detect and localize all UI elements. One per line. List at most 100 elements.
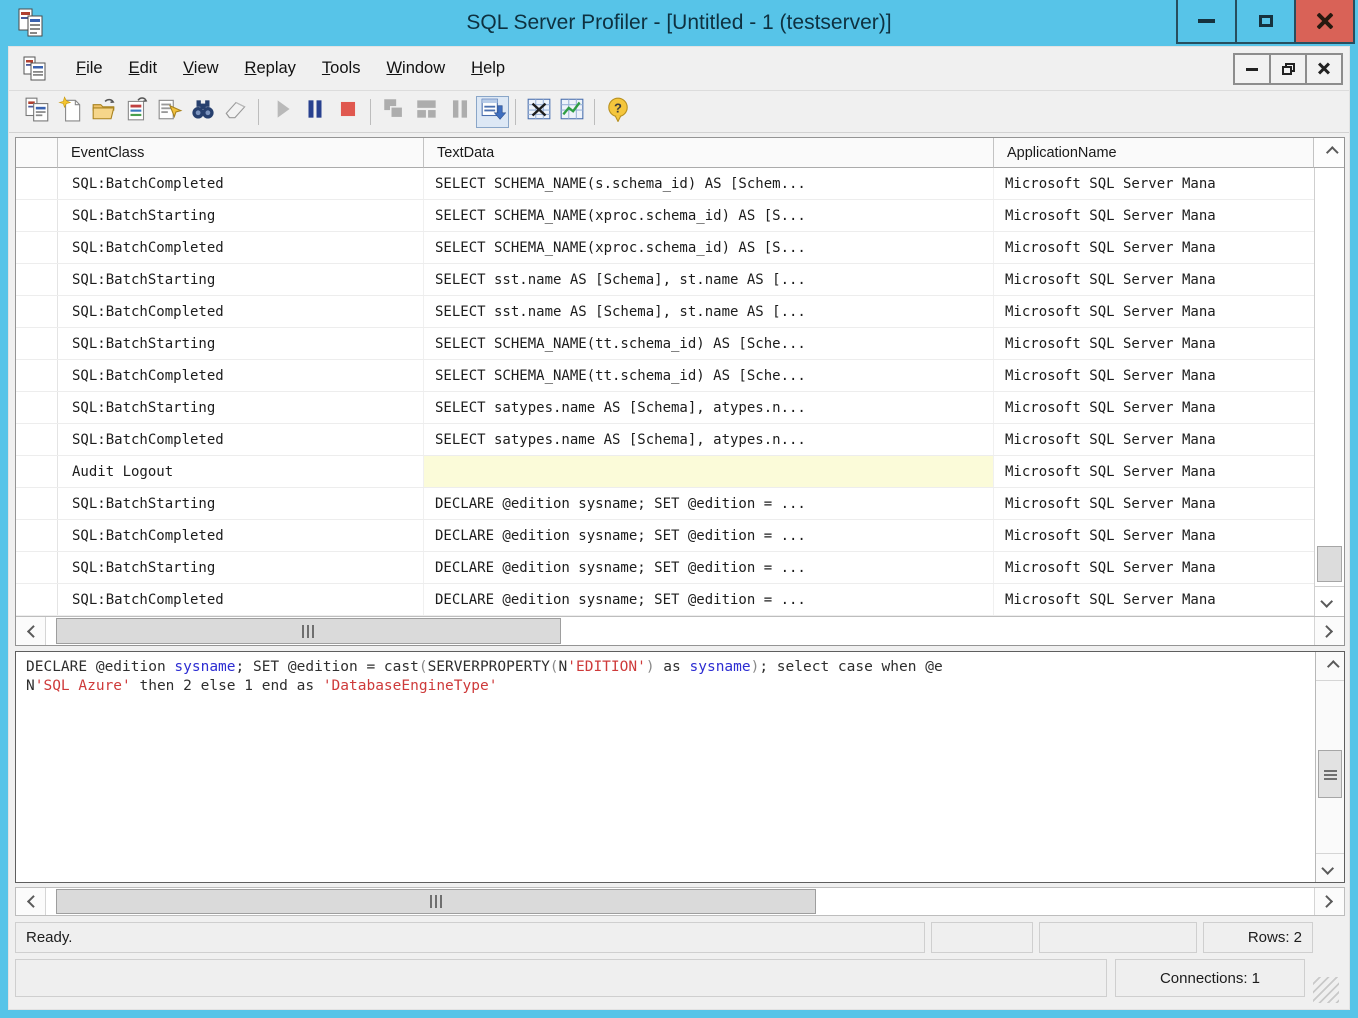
trace-row[interactable]: SQL:BatchCompletedSELECT SCHEMA_NAME(tt.… [16, 360, 1344, 392]
panel-vertical-scrollbar-thumb[interactable] [1318, 750, 1342, 798]
event-class-cell[interactable]: SQL:BatchCompleted [58, 424, 424, 455]
application-name-cell[interactable]: Microsoft SQL Server Mana [994, 232, 1344, 263]
grid-scroll-right-button[interactable] [1314, 617, 1344, 645]
menu-help[interactable]: Help [458, 55, 518, 81]
trace-row[interactable]: SQL:BatchCompletedSELECT sst.name AS [Sc… [16, 296, 1344, 328]
application-name-cell[interactable]: Microsoft SQL Server Mana [994, 584, 1344, 615]
trace-row[interactable]: SQL:BatchStartingSELECT sst.name AS [Sch… [16, 264, 1344, 296]
panel-scroll-up-button[interactable] [1316, 652, 1344, 681]
row-selector-cell[interactable] [16, 296, 58, 327]
maximize-button[interactable] [1235, 0, 1296, 44]
event-class-cell[interactable]: SQL:BatchCompleted [58, 360, 424, 391]
text-data-cell[interactable]: SELECT sst.name AS [Schema], st.name AS … [424, 264, 994, 295]
grid-vertical-scrollbar-thumb[interactable] [1317, 546, 1342, 582]
grid-scroll-left-button[interactable] [16, 617, 46, 645]
event-class-cell[interactable]: SQL:BatchStarting [58, 392, 424, 423]
row-selector-cell[interactable] [16, 200, 58, 231]
application-name-cell[interactable]: Microsoft SQL Server Mana [994, 488, 1344, 519]
column-header-applicationname[interactable]: ApplicationName [994, 138, 1314, 168]
trace-row[interactable]: SQL:BatchStartingSELECT SCHEMA_NAME(xpro… [16, 200, 1344, 232]
event-class-cell[interactable]: SQL:BatchCompleted [58, 584, 424, 615]
row-selector-cell[interactable] [16, 456, 58, 487]
row-selector-cell[interactable] [16, 360, 58, 391]
grid-scroll-down-button[interactable] [1315, 586, 1344, 616]
text-data-cell[interactable]: SELECT satypes.name AS [Schema], atypes.… [424, 424, 994, 455]
row-selector-cell[interactable] [16, 584, 58, 615]
trace-row[interactable]: SQL:BatchCompletedSELECT SCHEMA_NAME(xpr… [16, 232, 1344, 264]
panel-horizontal-scrollbar[interactable] [15, 887, 1345, 916]
trace-row[interactable]: Audit Logout Microsoft SQL Server Mana [16, 456, 1344, 488]
application-name-cell[interactable]: Microsoft SQL Server Mana [994, 520, 1344, 551]
panel-scroll-down-button[interactable] [1316, 853, 1344, 882]
grid-hscroll-track[interactable] [46, 617, 1314, 645]
open-trace-file-button[interactable] [87, 96, 120, 128]
menu-view[interactable]: View [170, 55, 231, 81]
application-name-cell[interactable]: Microsoft SQL Server Mana [994, 424, 1344, 455]
event-class-cell[interactable]: SQL:BatchStarting [58, 488, 424, 519]
trace-row[interactable]: SQL:BatchCompletedDECLARE @edition sysna… [16, 584, 1344, 616]
event-class-cell[interactable]: SQL:BatchCompleted [58, 296, 424, 327]
menu-window[interactable]: Window [373, 55, 458, 81]
new-trace-button[interactable] [54, 96, 87, 128]
application-name-cell[interactable]: Microsoft SQL Server Mana [994, 392, 1344, 423]
mdi-close-button[interactable] [1305, 53, 1343, 85]
close-button[interactable] [1294, 0, 1355, 44]
text-data-cell[interactable]: DECLARE @edition sysname; SET @edition =… [424, 584, 994, 615]
mdi-minimize-button[interactable] [1233, 53, 1271, 85]
panel-hscroll-thumb[interactable] [56, 889, 816, 914]
trace-row[interactable]: SQL:BatchCompletedDECLARE @edition sysna… [16, 520, 1344, 552]
grid-horizontal-scrollbar[interactable] [16, 616, 1344, 645]
stop-trace-button[interactable] [331, 96, 364, 128]
trace-properties-button[interactable] [21, 96, 54, 128]
column-header-eventclass[interactable]: EventClass [58, 138, 424, 168]
row-selector-cell[interactable] [16, 424, 58, 455]
grid-hscroll-thumb[interactable] [56, 618, 561, 644]
event-class-cell[interactable]: SQL:BatchCompleted [58, 520, 424, 551]
application-name-cell[interactable]: Microsoft SQL Server Mana [994, 328, 1344, 359]
text-data-cell[interactable]: SELECT SCHEMA_NAME(tt.schema_id) AS [Sch… [424, 328, 994, 359]
application-name-cell[interactable]: Microsoft SQL Server Mana [994, 456, 1344, 487]
text-data-cell[interactable]: DECLARE @edition sysname; SET @edition =… [424, 488, 994, 519]
mdi-restore-button[interactable] [1269, 53, 1307, 85]
open-trace-table-button[interactable] [120, 96, 153, 128]
row-selector-header[interactable] [16, 138, 58, 168]
application-name-cell[interactable]: Microsoft SQL Server Mana [994, 552, 1344, 583]
menu-edit[interactable]: Edit [116, 55, 170, 81]
trace-row[interactable]: SQL:BatchCompletedSELECT SCHEMA_NAME(s.s… [16, 168, 1344, 200]
text-data-cell[interactable]: DECLARE @edition sysname; SET @edition =… [424, 520, 994, 551]
resize-grip[interactable] [1313, 977, 1339, 1003]
trace-row[interactable]: SQL:BatchStartingDECLARE @edition sysnam… [16, 552, 1344, 584]
event-class-cell[interactable]: SQL:BatchCompleted [58, 168, 424, 199]
event-class-cell[interactable]: Audit Logout [58, 456, 424, 487]
event-class-cell[interactable]: SQL:BatchStarting [58, 552, 424, 583]
grid-scroll-up-button[interactable] [1314, 138, 1344, 168]
trace-row[interactable]: SQL:BatchStartingDECLARE @edition sysnam… [16, 488, 1344, 520]
text-data-cell[interactable]: SELECT SCHEMA_NAME(s.schema_id) AS [Sche… [424, 168, 994, 199]
text-data-cell[interactable]: DECLARE @edition sysname; SET @edition =… [424, 552, 994, 583]
panel-hscroll-track[interactable] [46, 888, 1314, 915]
help-button[interactable]: ? [601, 96, 634, 128]
menu-tools[interactable]: Tools [309, 55, 374, 81]
event-class-cell[interactable]: SQL:BatchCompleted [58, 232, 424, 263]
panel-scroll-left-button[interactable] [16, 888, 46, 915]
find-button[interactable] [186, 96, 219, 128]
trace-row[interactable]: SQL:BatchStartingSELECT satypes.name AS … [16, 392, 1344, 424]
menu-file[interactable]: File [63, 55, 116, 81]
text-data-cell[interactable]: SELECT sst.name AS [Schema], st.name AS … [424, 296, 994, 327]
text-data-cell[interactable]: SELECT SCHEMA_NAME(tt.schema_id) AS [Sch… [424, 360, 994, 391]
grid-vertical-scrollbar[interactable] [1314, 168, 1344, 616]
row-selector-cell[interactable] [16, 232, 58, 263]
minimize-button[interactable] [1176, 0, 1237, 44]
clear-trace-button[interactable] [219, 96, 252, 128]
application-name-cell[interactable]: Microsoft SQL Server Mana [994, 360, 1344, 391]
panel-scroll-right-button[interactable] [1314, 888, 1344, 915]
menu-replay[interactable]: Replay [232, 55, 309, 81]
auto-scroll-button[interactable] [476, 96, 509, 128]
trace-row[interactable]: SQL:BatchStartingSELECT SCHEMA_NAME(tt.s… [16, 328, 1344, 360]
application-name-cell[interactable]: Microsoft SQL Server Mana [994, 296, 1344, 327]
application-name-cell[interactable]: Microsoft SQL Server Mana [994, 264, 1344, 295]
trace-row[interactable]: SQL:BatchCompletedSELECT satypes.name AS… [16, 424, 1344, 456]
text-data-cell[interactable]: SELECT SCHEMA_NAME(xproc.schema_id) AS [… [424, 232, 994, 263]
column-header-textdata[interactable]: TextData [424, 138, 994, 168]
row-selector-cell[interactable] [16, 328, 58, 359]
